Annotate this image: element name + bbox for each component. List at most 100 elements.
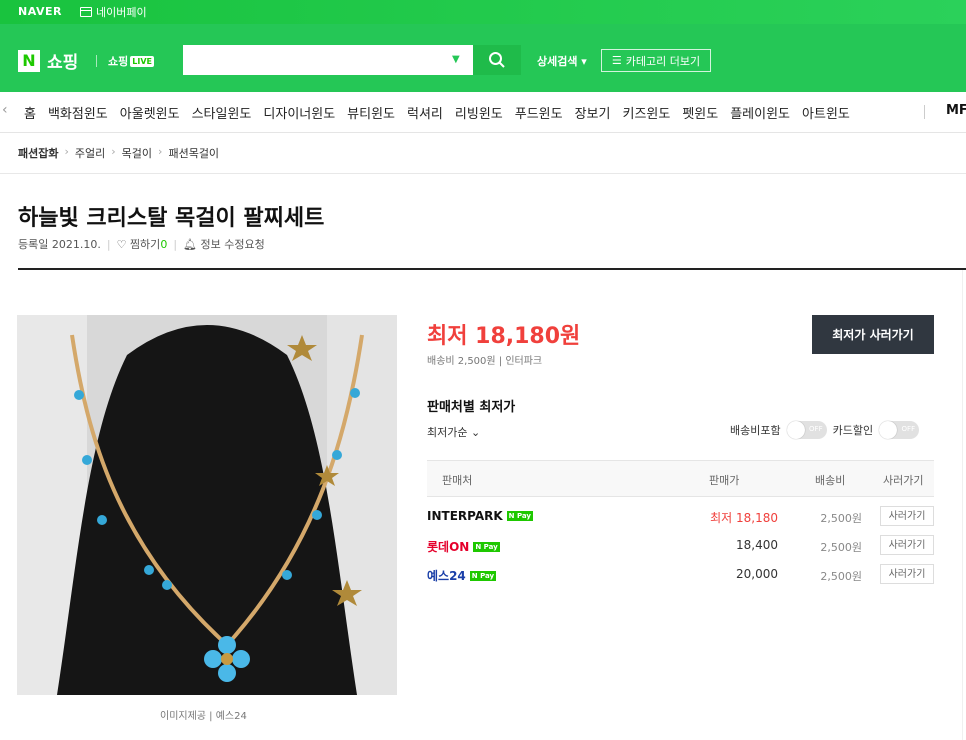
npay-badge: N Pay — [506, 511, 533, 521]
wish-count: 0 — [160, 238, 168, 251]
breadcrumb-item[interactable]: 주얼리 — [75, 145, 105, 161]
npay-badge: N Pay — [473, 541, 500, 552]
shopping-live-label: 쇼핑 — [108, 55, 129, 68]
nav-item[interactable]: 플레이윈도 — [730, 103, 790, 122]
card-toggle[interactable]: OFF — [879, 421, 920, 439]
toggle-off-text: OFF — [809, 425, 823, 433]
heart-icon: ♡ — [116, 238, 127, 251]
seller-shipping: 2,500원 — [820, 512, 862, 525]
category-more-button[interactable]: ☰ 카테고리 더보기 — [601, 49, 711, 72]
nav-divider — [924, 105, 925, 119]
search-button[interactable] — [473, 45, 521, 75]
table-row: 롯데ON N Pay 18,400 2,500원 사러가기 — [427, 532, 934, 561]
nav-item[interactable]: 아울렛윈도 — [120, 103, 180, 122]
live-badge: LIVE — [130, 55, 154, 67]
chevron-right-icon: › — [111, 145, 116, 158]
wish-label: 찜하기 — [129, 238, 161, 251]
nav-item[interactable]: 백화점윈도 — [48, 103, 108, 122]
header-divider — [96, 55, 97, 67]
buy-button[interactable]: 사러가기 — [880, 535, 934, 555]
seller-name[interactable]: INTERPARK N Pay — [427, 509, 533, 523]
shopping-live-link[interactable]: 쇼핑 LIVE — [108, 53, 154, 69]
toggle-off-text: OFF — [901, 425, 916, 433]
nav-item[interactable]: 장보기 — [575, 103, 611, 122]
search-icon — [489, 52, 505, 68]
naver-pay-link[interactable]: 네이버페이 — [80, 4, 147, 20]
shipping-toggle-label: 배송비포함 — [730, 424, 781, 437]
nav-item[interactable]: 홈 — [24, 103, 36, 122]
nav-item[interactable]: 디자이너윈도 — [263, 103, 335, 122]
naver-pay-label: 네이버페이 — [96, 6, 147, 19]
nav-item[interactable]: 리빙윈도 — [455, 103, 503, 122]
sort-dropdown[interactable]: 최저가순 ⌄ — [427, 424, 480, 440]
buy-button[interactable]: 사러가기 — [880, 506, 934, 526]
divider — [0, 173, 966, 174]
seller-name[interactable]: 예스24 N Pay — [427, 567, 497, 584]
seller-section-title: 판매처별 최저가 — [427, 400, 516, 415]
chevron-right-icon: › — [158, 145, 163, 158]
breadcrumb: 패션잡화 › 주얼리 › 목걸이 › 패션목걸이 — [18, 145, 219, 161]
naver-n-logo[interactable]: N — [18, 50, 40, 72]
menu-icon: ☰ — [611, 54, 622, 67]
naver-logo[interactable]: NAVER — [18, 5, 62, 18]
seller-label: INTERPARK — [427, 509, 503, 523]
breadcrumb-item[interactable]: 패션잡화 — [18, 145, 58, 161]
nav-prev-icon[interactable]: ‹ — [2, 102, 8, 118]
breadcrumb-item[interactable]: 목걸이 — [122, 145, 152, 161]
nav-item-mf[interactable]: MF — [946, 103, 966, 118]
shipping-info: 배송비 2,500원 | 인터파크 — [427, 356, 543, 367]
table-row: INTERPARK N Pay 최저 18,180 2,500원 사러가기 — [427, 503, 934, 532]
nav-item[interactable]: 뷰티윈도 — [347, 103, 395, 122]
search-dropdown-icon[interactable]: ▼ — [452, 54, 460, 65]
shopping-title[interactable]: 쇼핑 — [47, 48, 78, 73]
meta-divider: | — [106, 237, 111, 251]
wish-button[interactable]: ♡ 찜하기0 — [117, 236, 168, 252]
column-shipping: 배송비 — [815, 474, 846, 487]
necklace-image — [17, 315, 397, 695]
column-price: 판매가 — [709, 474, 740, 487]
seller-label: 예스24 — [427, 569, 466, 583]
top-bar: NAVER 네이버페이 — [0, 0, 966, 24]
nav-item[interactable]: 푸드윈도 — [515, 103, 563, 122]
edit-request-button[interactable]: 🔔︎ 정보 수정요청 — [183, 236, 265, 252]
product-image[interactable] — [17, 315, 397, 695]
toggle-row: 배송비포함 OFF 카드할인 OFF — [730, 421, 920, 439]
toggle-knob — [786, 421, 805, 439]
right-divider — [962, 270, 963, 740]
seller-name[interactable]: 롯데ON N Pay — [427, 538, 500, 555]
chevron-right-icon: › — [64, 145, 69, 158]
toggle-knob — [879, 421, 898, 439]
buy-lowest-button[interactable]: 최저가 사러가기 — [812, 315, 934, 354]
search-input[interactable] — [183, 45, 473, 75]
shipping-toggle[interactable]: OFF — [786, 421, 827, 439]
card-toggle-label: 카드할인 — [832, 424, 874, 437]
buy-button[interactable]: 사러가기 — [880, 564, 934, 584]
window-nav: ‹ 홈 백화점윈도 아울렛윈도 스타일윈도 디자이너윈도 뷰티윈도 럭셔리 리빙… — [0, 92, 966, 133]
title-divider — [18, 268, 966, 270]
seller-shipping: 2,500원 — [820, 541, 862, 554]
breadcrumb-item[interactable]: 패션목걸이 — [168, 145, 219, 161]
npay-badge: N Pay — [469, 570, 497, 581]
seller-price: 18,400 — [736, 538, 778, 552]
seller-table-header: 판매처 판매가 배송비 사러가기 — [427, 460, 934, 497]
edit-request-label: 정보 수정요청 — [200, 238, 265, 251]
nav-items: 홈 백화점윈도 아울렛윈도 스타일윈도 디자이너윈도 뷰티윈도 럭셔리 리빙윈도… — [24, 103, 850, 122]
seller-shipping: 2,500원 — [820, 570, 862, 583]
seller-price: 20,000 — [736, 567, 778, 581]
category-more-label: 카테고리 더보기 — [625, 54, 701, 68]
detail-search-button[interactable]: 상세검색 ▾ — [537, 53, 587, 69]
nav-item[interactable]: 펫윈도 — [682, 103, 718, 122]
meta-divider: | — [173, 237, 178, 251]
registered-date: 등록일 2021.10. — [18, 238, 101, 251]
table-row: 예스24 N Pay 20,000 2,500원 사러가기 — [427, 561, 934, 590]
bell-icon: 🔔︎ — [183, 238, 197, 251]
product-title: 하늘빛 크리스탈 목걸이 팔찌세트 — [18, 206, 325, 231]
card-icon — [80, 7, 92, 17]
nav-item[interactable]: 아트윈도 — [802, 103, 850, 122]
lowest-price: 최저 18,180원 — [427, 324, 581, 349]
nav-item[interactable]: 럭셔리 — [407, 103, 443, 122]
column-seller: 판매처 — [442, 474, 473, 487]
column-buy: 사러가기 — [883, 474, 924, 487]
nav-item[interactable]: 스타일윈도 — [192, 103, 252, 122]
nav-item[interactable]: 키즈윈도 — [622, 103, 670, 122]
